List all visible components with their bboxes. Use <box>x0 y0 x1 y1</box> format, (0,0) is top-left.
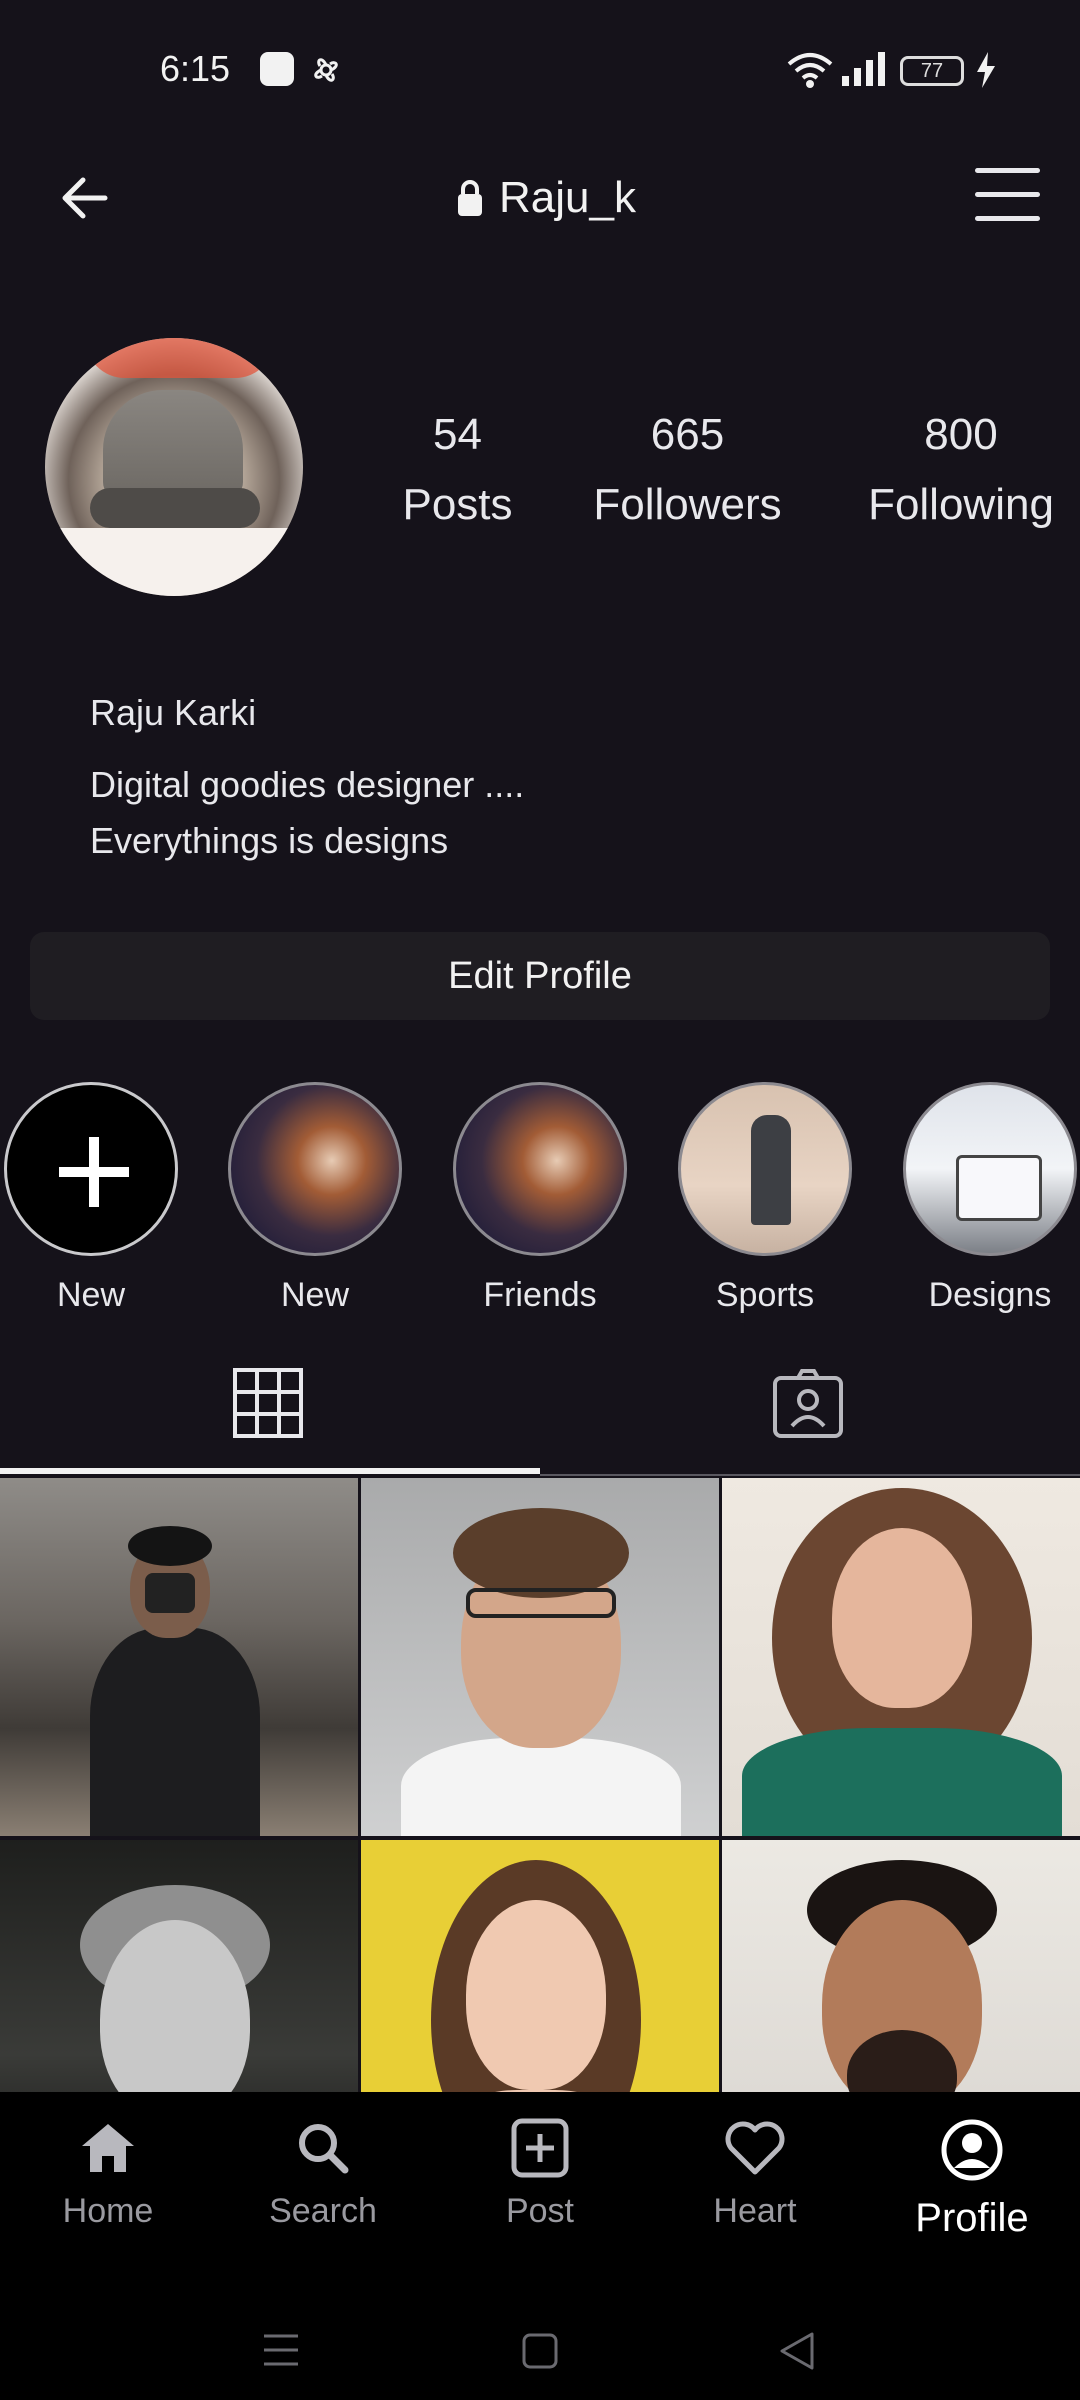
nav-profile-label: Profile <box>915 2196 1029 2240</box>
stat-followers[interactable]: 665 Followers <box>570 400 805 540</box>
search-icon <box>299 2124 349 2174</box>
lock-icon <box>458 180 482 216</box>
nav-heart[interactable]: Heart <box>655 2118 855 2231</box>
highlight-label: Friends <box>483 1276 597 1314</box>
highlight-label: Sports <box>715 1276 815 1314</box>
highlight-label: New <box>280 1276 350 1314</box>
post-thumbnail[interactable] <box>361 1478 719 1836</box>
highlight-item[interactable]: Friends <box>451 1082 629 1315</box>
notification-icon <box>260 52 294 86</box>
status-bar: 6:15 77 <box>0 0 1080 140</box>
following-count: 800 <box>924 410 998 459</box>
back-arrow-icon[interactable] <box>55 168 115 228</box>
nav-home-label: Home <box>62 2192 154 2230</box>
battery-icon: 77 <box>900 56 964 86</box>
following-label: Following <box>868 480 1054 529</box>
profile-title: Raju_k <box>455 168 636 228</box>
tab-divider <box>540 1474 1080 1476</box>
nav-search-label: Search <box>269 2192 377 2230</box>
nav-profile[interactable]: Profile <box>872 2118 1072 2241</box>
highlight-item[interactable]: Designs <box>901 1082 1079 1315</box>
username: Raju_k <box>499 173 636 222</box>
home-icon <box>82 2124 134 2172</box>
grid-tab-icon[interactable] <box>233 1368 303 1438</box>
post-thumbnail[interactable] <box>0 1478 358 1836</box>
recents-icon[interactable] <box>262 2332 300 2368</box>
system-navigation-bar <box>0 2292 1080 2400</box>
charging-icon <box>977 52 995 88</box>
followers-label: Followers <box>593 480 782 529</box>
nav-heart-label: Heart <box>713 2192 797 2230</box>
stat-posts[interactable]: 54 Posts <box>375 400 540 540</box>
nav-home[interactable]: Home <box>8 2118 208 2231</box>
edit-profile-button[interactable]: Edit Profile <box>30 932 1050 1020</box>
followers-count: 665 <box>650 410 725 459</box>
highlight-thumbnail <box>453 1082 627 1256</box>
highlight-label: New <box>56 1276 126 1314</box>
posts-count: 54 <box>433 410 482 459</box>
tagged-tab-icon[interactable] <box>772 1368 844 1440</box>
nav-search[interactable]: Search <box>223 2118 423 2231</box>
heart-icon <box>725 2121 785 2175</box>
status-time: 6:15 <box>160 48 231 89</box>
signal-icon <box>842 52 885 86</box>
highlight-thumbnail <box>228 1082 402 1256</box>
highlight-label: Designs <box>928 1276 1052 1314</box>
add-highlight-icon <box>4 1082 178 1256</box>
highlight-thumbnail <box>678 1082 852 1256</box>
back-button-icon[interactable] <box>778 2330 816 2372</box>
post-thumbnail[interactable] <box>722 1478 1080 1836</box>
highlight-item[interactable]: New <box>226 1082 404 1315</box>
bio-line-2: Everythings is designs <box>90 820 449 861</box>
nav-post-label: Post <box>505 2192 575 2230</box>
posts-label: Posts <box>402 480 513 529</box>
fan-icon <box>314 58 338 82</box>
add-post-icon <box>511 2118 569 2178</box>
home-button-icon[interactable] <box>521 2332 559 2370</box>
highlight-new-button[interactable]: New <box>2 1082 180 1315</box>
menu-icon[interactable] <box>975 165 1040 225</box>
stat-following[interactable]: 800 Following <box>848 400 1074 540</box>
nav-post[interactable]: Post <box>440 2118 640 2231</box>
profile-avatar[interactable] <box>45 338 303 596</box>
bio-line-1: Digital goodies designer .... <box>90 764 525 805</box>
active-tab-indicator <box>0 1468 540 1474</box>
bio-name: Raju Karki <box>90 692 257 733</box>
profile-icon <box>941 2119 1003 2181</box>
wifi-icon <box>787 53 833 88</box>
highlight-thumbnail <box>903 1082 1077 1256</box>
highlight-item[interactable]: Sports <box>676 1082 854 1315</box>
